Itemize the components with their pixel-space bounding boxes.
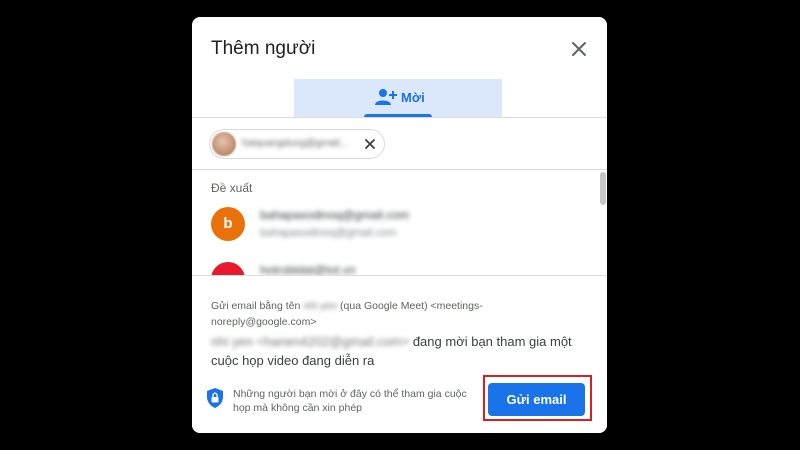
- chip-divider: [192, 169, 607, 170]
- sender-name: nhi yen: [303, 300, 338, 312]
- invite-footer: Gửi email bằng tên nhi yen (qua Google M…: [192, 275, 607, 433]
- tab-invite[interactable]: Mời: [294, 79, 502, 117]
- add-person-icon: [375, 89, 397, 105]
- permission-note: Những người bạn mời ở đây có thể tham gi…: [233, 388, 467, 414]
- invitee-chip[interactable]: haiquangdung@gmail...: [209, 129, 385, 159]
- invitee-email: haiquangdung@gmail...: [242, 138, 348, 149]
- add-people-dialog: Thêm người Mời haiquangdung@gmail... Đề …: [192, 17, 607, 433]
- close-icon[interactable]: [569, 39, 589, 59]
- message-sender: nhi yen <hanen4202@gmail.com>: [211, 334, 410, 349]
- contact-email: bahapasodinoq@gmail.com: [260, 227, 397, 239]
- sender-info: Gửi email bằng tên nhi yen (qua Google M…: [211, 298, 511, 330]
- suggestions-scrollbar[interactable]: [600, 172, 606, 205]
- dialog-title: Thêm người: [211, 38, 316, 59]
- shield-lock-icon: [207, 388, 223, 408]
- tab-divider: [192, 117, 607, 118]
- contact-avatar: b: [211, 207, 245, 241]
- contact-name: bahapasodinoq@gmail.com: [260, 208, 409, 222]
- sender-info-prefix: Gửi email bằng tên: [211, 300, 304, 312]
- remove-chip-icon[interactable]: [362, 136, 378, 152]
- tab-invite-label: Mời: [401, 90, 425, 105]
- invitee-avatar: [212, 132, 236, 156]
- send-email-button[interactable]: Gửi email: [488, 383, 585, 416]
- suggestions-label: Đề xuất: [211, 181, 253, 195]
- invite-message: nhi yen <hanen4202@gmail.com> đang mời b…: [211, 332, 591, 370]
